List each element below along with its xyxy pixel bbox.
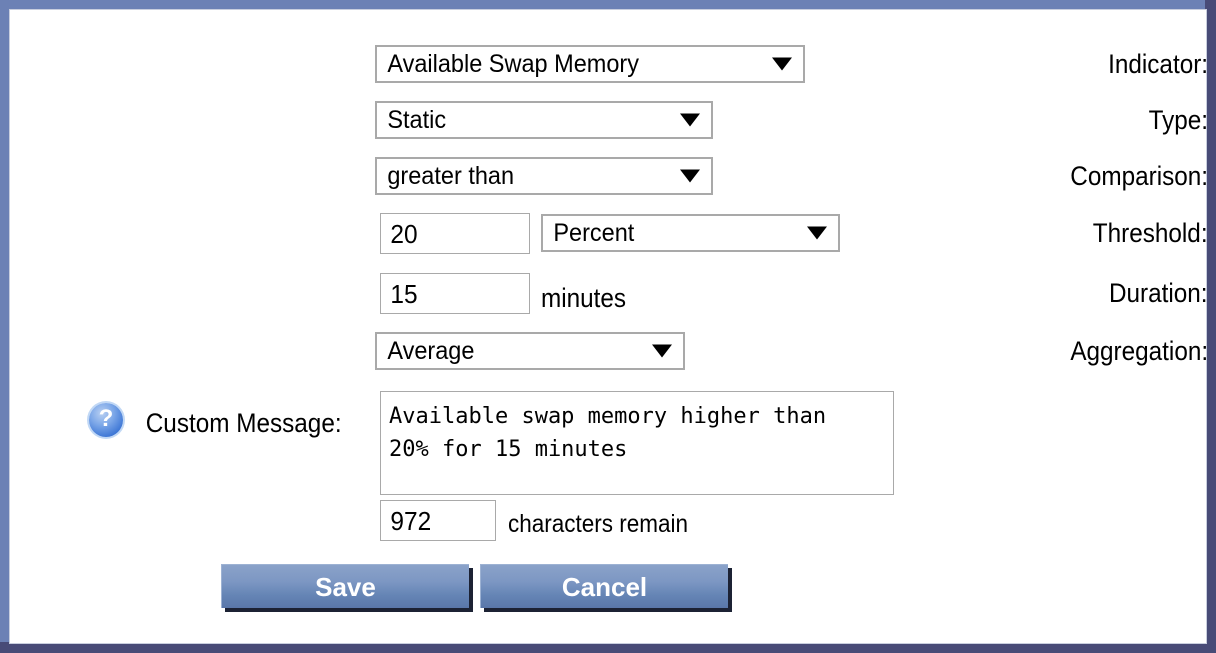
threshold-input[interactable]: 20 [380,213,530,254]
type-select-value: Static [387,105,447,134]
aggregation-label-cell: Aggregation: [876,327,1208,377]
save-button[interactable]: Save [221,564,469,608]
chevron-down-icon [652,344,672,358]
chevron-down-icon [772,57,792,71]
comparison-select-value: greater than [387,161,515,190]
aggregation-select-value: Average [387,336,475,365]
indicator-select[interactable]: Available Swap Memory [375,45,805,83]
comparison-label: Comparison: [1070,161,1208,191]
chevron-down-icon [680,113,700,127]
threshold-unit-select[interactable]: Percent [541,214,840,252]
characters-remain-input[interactable]: 972 [380,500,496,541]
chevron-down-icon [807,226,827,240]
chevron-down-icon [680,169,700,183]
cancel-button-label: Cancel [561,571,648,602]
indicator-select-value: Available Swap Memory [387,49,639,78]
indicator-label: Indicator: [1108,49,1208,79]
custom-message-textarea[interactable]: Available swap memory higher than 20% fo… [380,391,894,495]
form-row-comparison: Comparison: greater than [10,152,1208,202]
characters-remain-count: 972 [390,505,432,536]
form-row-threshold: Threshold: 20 Percent [10,208,1208,260]
aggregation-select[interactable]: Average [375,332,685,370]
indicator-label-cell: Indicator: [876,40,1208,90]
threshold-label-cell: Threshold: [876,208,1208,260]
comparison-select[interactable]: greater than [375,157,713,195]
duration-input-value: 15 [390,278,418,309]
type-select[interactable]: Static [375,101,713,139]
form-row-type: Type: Static [10,96,1208,146]
form-row-aggregation: Aggregation: Average [10,327,1208,377]
threshold-input-value: 20 [390,218,418,249]
duration-label-cell: Duration: [876,268,1208,320]
form-row-duration: Duration: 15 minutes [10,268,1208,320]
dialog-surface: Indicator: Available Swap Memory Type: S… [9,9,1208,644]
dialog-window-frame: Indicator: Available Swap Memory Type: S… [0,0,1216,653]
duration-unit-label: minutes [541,283,627,313]
custom-message-label: Custom Message: [146,408,342,438]
type-label-cell: Type: [876,96,1208,146]
duration-input[interactable]: 15 [380,273,530,314]
threshold-label: Threshold: [1093,218,1208,248]
characters-remain-label: characters remain [508,510,689,538]
save-button-label: Save [315,571,376,602]
aggregation-label: Aggregation: [1070,336,1208,366]
threshold-unit-value: Percent [553,218,635,247]
comparison-label-cell: Comparison: [876,152,1208,202]
custom-message-label-cell: Custom Message: [10,405,342,445]
duration-label: Duration: [1109,278,1208,308]
form-row-indicator: Indicator: Available Swap Memory [10,40,1208,90]
cancel-button[interactable]: Cancel [480,564,728,608]
type-label: Type: [1148,105,1208,135]
